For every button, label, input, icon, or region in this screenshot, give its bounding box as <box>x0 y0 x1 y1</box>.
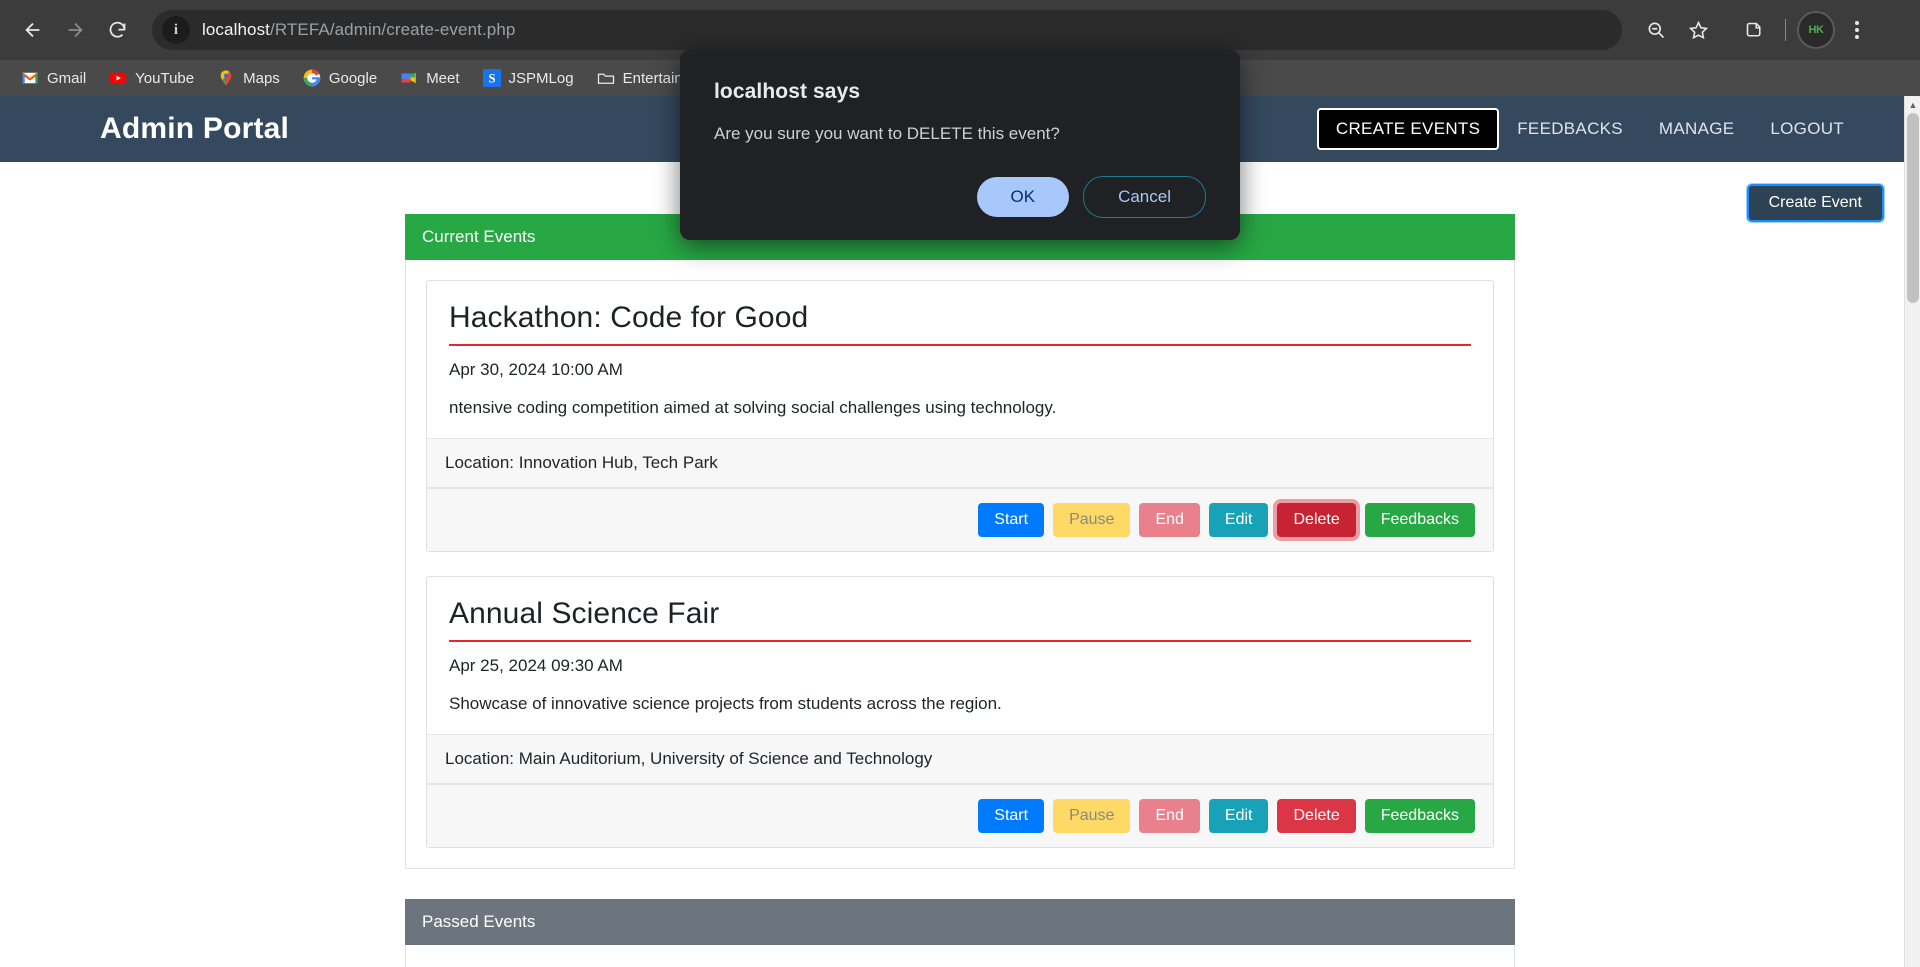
event-title: Annual Science Fair <box>449 597 1471 642</box>
feedbacks-button[interactable]: Feedbacks <box>1364 799 1475 833</box>
javascript-alert-dialog: localhost says Are you sure you want to … <box>680 50 1240 240</box>
url-text: localhost/RTEFA/admin/create-event.php <box>202 20 515 40</box>
bookmark-entertain-folder[interactable]: Entertain <box>588 65 692 91</box>
bookmark-label: Gmail <box>47 69 87 87</box>
start-button[interactable]: Start <box>978 799 1045 833</box>
create-event-button[interactable]: Create Event <box>1746 184 1884 222</box>
bookmark-google[interactable]: Google <box>294 65 386 91</box>
google-g-icon <box>303 69 321 87</box>
bookmark-label: JSPMLog <box>508 69 574 87</box>
event-location: Location: Main Auditorium, University of… <box>427 734 1493 784</box>
dialog-cancel-button[interactable]: Cancel <box>1083 176 1206 218</box>
end-button[interactable]: End <box>1139 503 1200 537</box>
pause-button[interactable]: Pause <box>1053 503 1131 537</box>
dialog-message: Are you sure you want to DELETE this eve… <box>714 124 1060 143</box>
events-container: Current Events Hackathon: Code for Good … <box>405 214 1515 967</box>
bookmark-gmail[interactable]: Gmail <box>12 65 95 91</box>
address-bar[interactable]: i localhost/RTEFA/admin/create-event.php <box>152 10 1622 50</box>
start-button[interactable]: Start <box>978 503 1045 537</box>
folder-icon <box>597 73 614 84</box>
profile-avatar[interactable]: HK <box>1797 11 1835 49</box>
bookmark-label: Google <box>328 69 378 87</box>
event-card: Annual Science Fair Apr 25, 2024 09:30 A… <box>426 576 1494 848</box>
nav-item-create-events[interactable]: CREATE EVENTS <box>1316 108 1500 150</box>
passed-events-body <box>405 945 1515 967</box>
passed-events-heading: Passed Events <box>405 899 1515 945</box>
gmail-icon <box>22 72 38 84</box>
delete-button[interactable]: Delete <box>1277 799 1356 833</box>
bookmark-label: Meet <box>426 69 460 87</box>
dialog-ok-button[interactable]: OK <box>976 177 1070 217</box>
nav-item-manage[interactable]: MANAGE <box>1641 109 1752 149</box>
bookmark-meet[interactable]: Meet <box>391 65 468 91</box>
dialog-actions: OK Cancel <box>714 176 1206 218</box>
feedbacks-button[interactable]: Feedbacks <box>1364 503 1475 537</box>
pause-button[interactable]: Pause <box>1053 799 1131 833</box>
event-description: ntensive coding competition aimed at sol… <box>449 398 1057 417</box>
toolbar-divider <box>1785 19 1786 41</box>
youtube-icon <box>109 72 127 84</box>
bookmark-maps[interactable]: Maps <box>208 65 289 91</box>
extensions-icon[interactable] <box>1734 10 1774 50</box>
bookmark-label: YouTube <box>135 69 195 87</box>
event-datetime: Apr 25, 2024 09:30 AM <box>449 656 623 675</box>
dialog-title: localhost says <box>714 80 861 103</box>
svg-text:S: S <box>488 72 495 86</box>
event-datetime: Apr 30, 2024 10:00 AM <box>449 360 623 379</box>
scroll-up-arrow-icon[interactable]: ▲ <box>1905 96 1920 113</box>
forward-icon[interactable] <box>54 9 96 51</box>
event-action-bar: Start Pause End Edit Delete Feedbacks <box>427 784 1493 847</box>
three-dot-menu-icon[interactable] <box>1837 10 1877 50</box>
site-info-icon[interactable]: i <box>162 16 190 44</box>
star-icon[interactable] <box>1678 10 1718 50</box>
event-title: Hackathon: Code for Good <box>449 301 1471 346</box>
event-card: Hackathon: Code for Good Apr 30, 2024 10… <box>426 280 1494 552</box>
bookmark-label: Entertain <box>622 69 683 87</box>
page-scrollbar[interactable]: ▲ <box>1904 96 1920 967</box>
nav-item-logout[interactable]: LOGOUT <box>1752 109 1862 149</box>
delete-button[interactable]: Delete <box>1277 503 1356 537</box>
url-host: localhost <box>202 20 270 39</box>
current-events-body: Hackathon: Code for Good Apr 30, 2024 10… <box>405 260 1515 869</box>
nav-item-feedbacks[interactable]: FEEDBACKS <box>1499 109 1641 149</box>
event-action-bar: Start Pause End Edit Delete Feedbacks <box>427 488 1493 551</box>
edit-button[interactable]: Edit <box>1208 799 1269 833</box>
maps-pin-icon <box>220 70 232 86</box>
event-location: Location: Innovation Hub, Tech Park <box>427 438 1493 488</box>
zoom-out-icon[interactable] <box>1636 10 1676 50</box>
reload-icon[interactable] <box>96 9 138 51</box>
browser-window: i localhost/RTEFA/admin/create-event.php <box>0 0 1920 967</box>
toolbar-right-icons: HK <box>1636 10 1877 50</box>
bookmark-youtube[interactable]: YouTube <box>100 65 203 91</box>
page-title: Admin Portal <box>100 112 290 145</box>
event-description: Showcase of innovative science projects … <box>449 694 1002 713</box>
navbar-links: CREATE EVENTS FEEDBACKS MANAGE LOGOUT <box>1316 108 1862 150</box>
back-icon[interactable] <box>12 9 54 51</box>
url-path: /RTEFA/admin/create-event.php <box>270 20 516 39</box>
bookmark-jspmlog[interactable]: S JSPMLog <box>474 65 583 91</box>
edit-button[interactable]: Edit <box>1208 503 1269 537</box>
bookmark-label: Maps <box>243 69 280 87</box>
scrollbar-thumb[interactable] <box>1907 113 1919 303</box>
google-meet-icon <box>401 72 416 84</box>
end-button[interactable]: End <box>1139 799 1200 833</box>
jspmlog-s-icon: S <box>482 69 501 87</box>
